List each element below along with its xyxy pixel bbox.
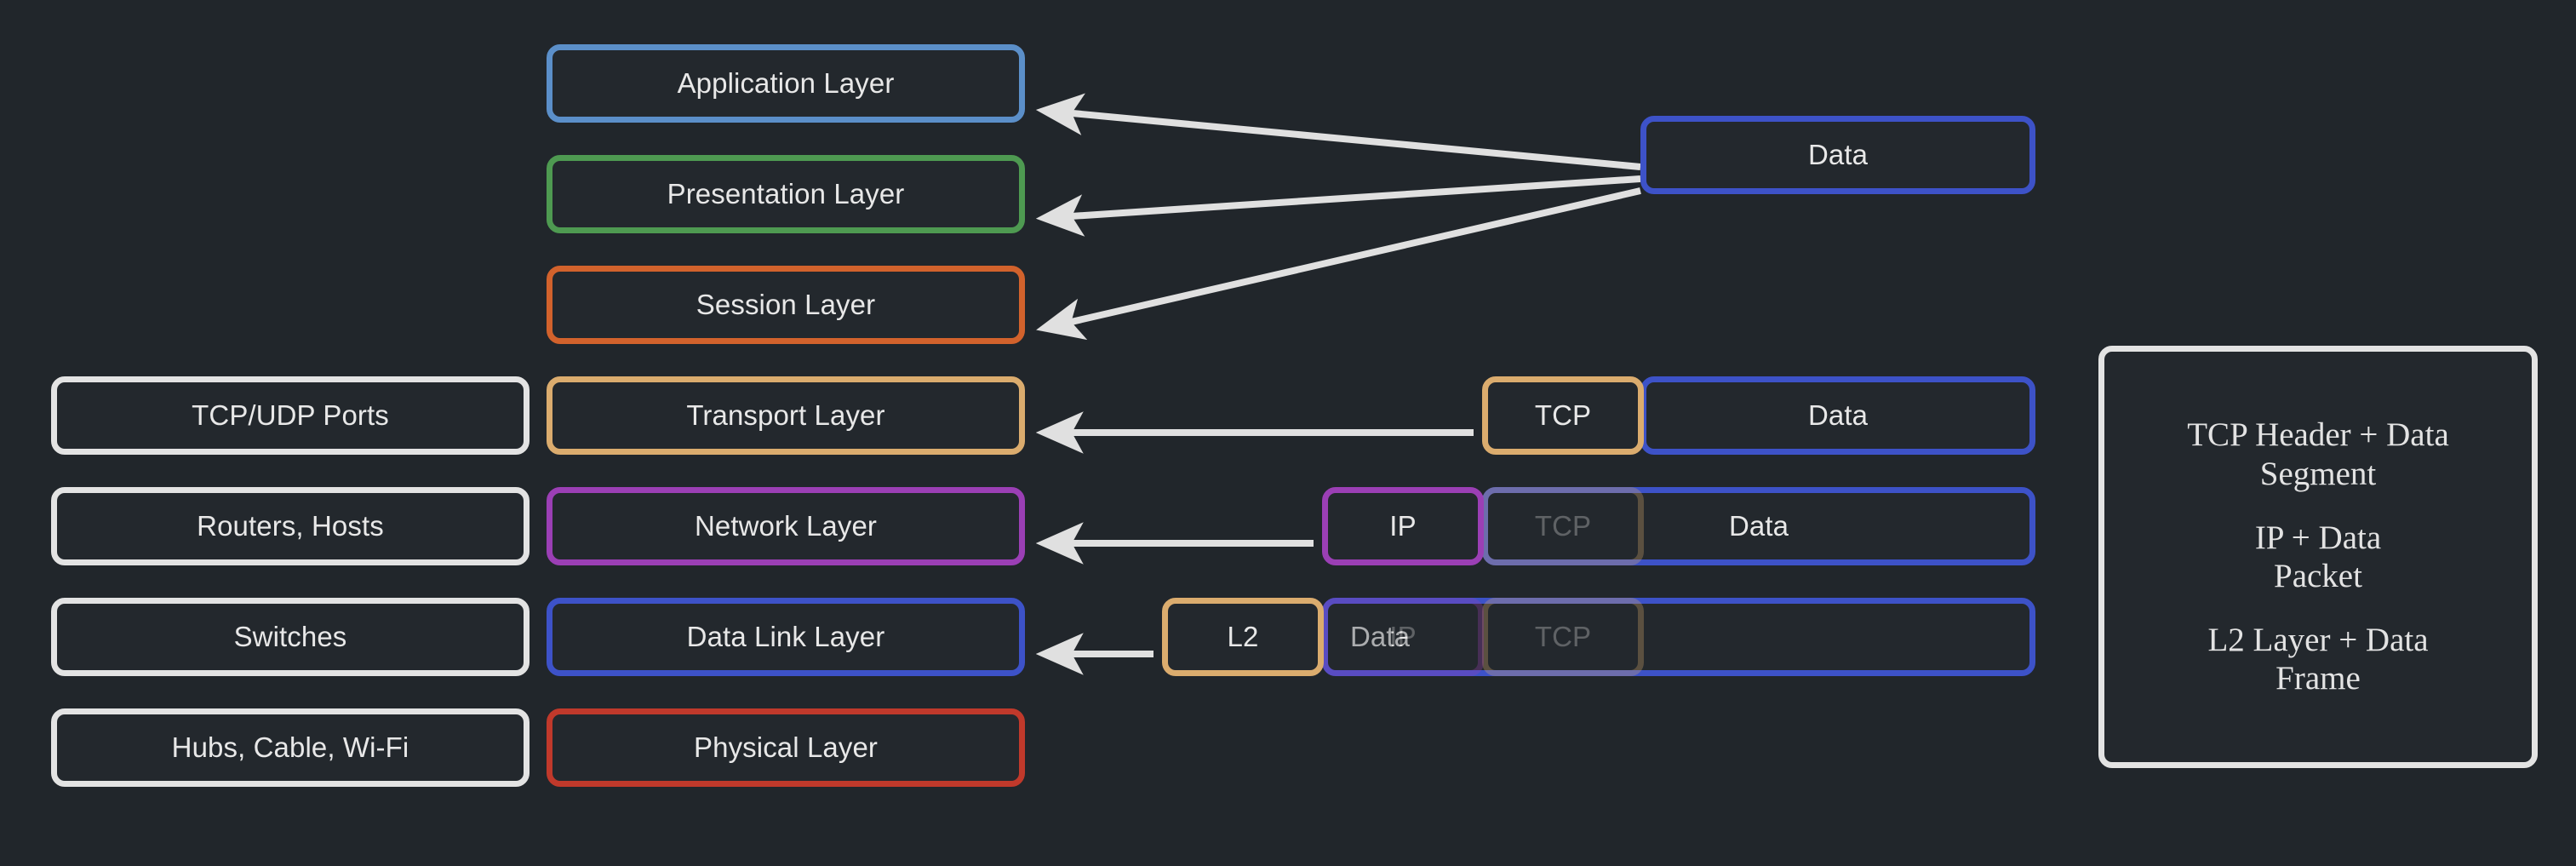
pdu-segment-label: IP bbox=[1389, 510, 1417, 542]
device-box-label: Routers, Hosts bbox=[197, 510, 384, 542]
device-box-1: Routers, Hosts bbox=[51, 487, 530, 565]
pdu-segment-label: Data bbox=[1807, 139, 1869, 170]
osi-encapsulation-diagram: TCP/UDP Ports Routers, Hosts Switches Hubs,… bbox=[0, 0, 2576, 866]
osi-layer-label: Data Link Layer bbox=[686, 621, 885, 652]
pdu-segment-label: TCP bbox=[1534, 621, 1592, 652]
pdu-frame-row-l2: L2 bbox=[1162, 598, 1324, 676]
device-box-3: Hubs, Cable, Wi-Fi bbox=[51, 708, 530, 787]
pdu-legend-panel: TCP Header + Data Segment IP + Data Packet L… bbox=[2098, 346, 2538, 768]
device-box-label: TCP/UDP Ports bbox=[192, 399, 389, 431]
arrow-to-session-layer bbox=[1036, 187, 1641, 341]
legend-line-0: TCP Header + Data Segment bbox=[2187, 416, 2449, 492]
pdu-frame-row-ip-faded: IP bbox=[1322, 598, 1484, 676]
arrow-to-application-layer bbox=[1035, 93, 1641, 170]
pdu-segment-label: Data bbox=[1807, 399, 1869, 431]
arrow-to-presentation-layer bbox=[1035, 175, 1641, 237]
osi-layer-session-layer: Session Layer bbox=[547, 266, 1025, 344]
pdu-frame-row-tcp-faded: TCP bbox=[1482, 598, 1644, 676]
pdu-packet-row-ip: IP bbox=[1322, 487, 1484, 565]
device-box-0: TCP/UDP Ports bbox=[51, 376, 530, 455]
pdu-segment-label: TCP bbox=[1534, 399, 1592, 431]
osi-layer-network-layer: Network Layer bbox=[547, 487, 1025, 565]
pdu-segment-label: L2 bbox=[1227, 621, 1259, 652]
osi-layer-physical-layer: Physical Layer bbox=[547, 708, 1025, 787]
osi-layer-application-layer: Application Layer bbox=[547, 44, 1025, 123]
legend-line-1: IP + Data Packet bbox=[2254, 519, 2382, 594]
osi-layer-transport-layer: Transport Layer bbox=[547, 376, 1025, 455]
pdu-data-row-data: Data bbox=[1640, 116, 2035, 194]
pdu-packet-row-tcp-faded: TCP bbox=[1482, 487, 1644, 565]
pdu-segment-row-data: Data bbox=[1640, 376, 2035, 455]
device-box-label: Switches bbox=[233, 621, 347, 652]
osi-layer-label: Transport Layer bbox=[686, 399, 885, 431]
osi-layer-label: Network Layer bbox=[694, 510, 878, 542]
osi-layer-label: Session Layer bbox=[696, 289, 876, 320]
pdu-segment-row-tcp: TCP bbox=[1482, 376, 1644, 455]
pdu-segment-label: TCP bbox=[1534, 510, 1592, 542]
pdu-segment-label: IP bbox=[1389, 621, 1417, 652]
osi-layer-presentation-layer: Presentation Layer bbox=[547, 155, 1025, 233]
legend-line-2: L2 Layer + Data Frame bbox=[2207, 622, 2429, 697]
pdu-segment-label: Data bbox=[1728, 510, 1789, 542]
osi-layer-label: Presentation Layer bbox=[667, 178, 905, 209]
device-box-2: Switches bbox=[51, 598, 530, 676]
osi-layer-label: Physical Layer bbox=[694, 731, 878, 763]
osi-layer-label: Application Layer bbox=[677, 67, 895, 99]
device-box-label: Hubs, Cable, Wi-Fi bbox=[171, 731, 409, 763]
osi-layer-data-link-layer: Data Link Layer bbox=[547, 598, 1025, 676]
